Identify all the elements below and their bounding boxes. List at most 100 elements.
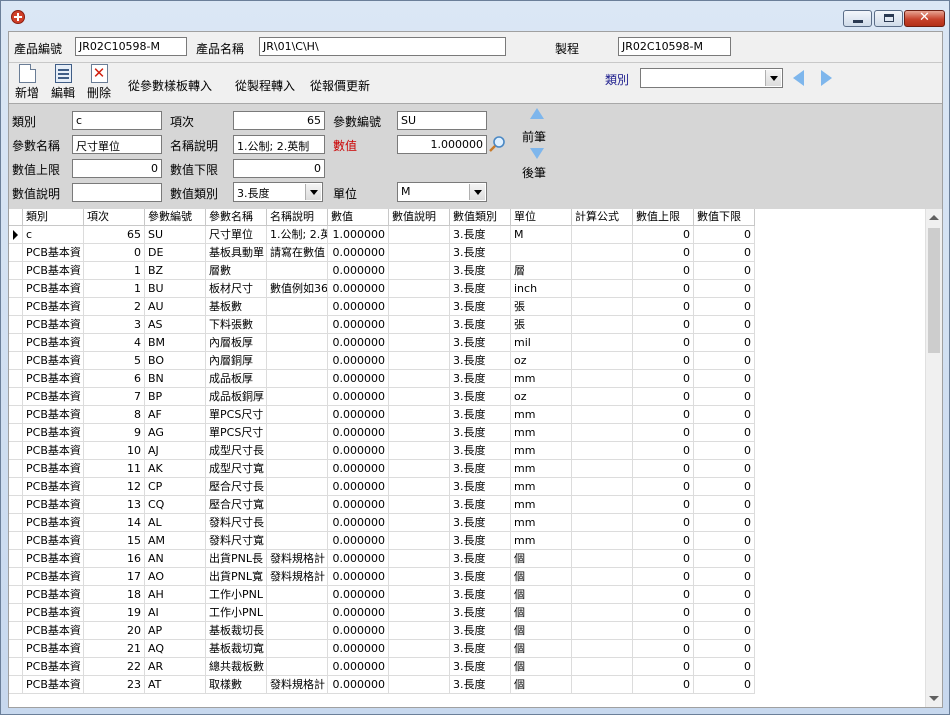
table-row[interactable]: PCB基本資 5 BO 內層銅厚 0.000000 3.長度 oz 0 0: [9, 352, 755, 370]
table-cell[interactable]: PCB基本資: [23, 244, 84, 262]
table-cell[interactable]: [267, 442, 328, 460]
row-selector[interactable]: [9, 424, 23, 442]
table-cell[interactable]: 3.長度: [450, 622, 511, 640]
table-cell[interactable]: 0: [633, 460, 694, 478]
table-cell[interactable]: 4: [84, 334, 145, 352]
table-cell[interactable]: [267, 514, 328, 532]
table-cell[interactable]: mm: [511, 424, 572, 442]
table-cell[interactable]: PCB基本資: [23, 550, 84, 568]
row-selector[interactable]: [9, 514, 23, 532]
table-cell[interactable]: 3.長度: [450, 460, 511, 478]
table-cell[interactable]: [572, 442, 633, 460]
table-cell[interactable]: PCB基本資: [23, 640, 84, 658]
table-cell[interactable]: PCB基本資: [23, 514, 84, 532]
table-cell[interactable]: [572, 586, 633, 604]
table-cell[interactable]: 0.000000: [328, 460, 389, 478]
row-selector[interactable]: [9, 550, 23, 568]
table-cell[interactable]: 3.長度: [450, 388, 511, 406]
row-selector[interactable]: [9, 406, 23, 424]
table-cell[interactable]: 3.長度: [450, 424, 511, 442]
table-cell[interactable]: 發料規格計: [267, 676, 328, 694]
table-cell[interactable]: mm: [511, 460, 572, 478]
table-cell[interactable]: PCB基本資: [23, 478, 84, 496]
table-cell[interactable]: 15: [84, 532, 145, 550]
column-header[interactable]: 數值類別: [450, 209, 511, 226]
next-category-arrow-icon[interactable]: [821, 70, 832, 86]
minimize-button[interactable]: [843, 10, 872, 27]
table-row[interactable]: PCB基本資 11 AK 成型尺寸寬 0.000000 3.長度 mm 0 0: [9, 460, 755, 478]
table-cell[interactable]: 17: [84, 568, 145, 586]
table-cell[interactable]: 3.長度: [450, 262, 511, 280]
table-cell[interactable]: PCB基本資: [23, 442, 84, 460]
table-cell[interactable]: 0: [694, 280, 755, 298]
next-record-button[interactable]: 後筆: [519, 148, 553, 188]
table-cell[interactable]: 0: [694, 424, 755, 442]
table-cell[interactable]: BN: [145, 370, 206, 388]
table-cell[interactable]: 0: [633, 388, 694, 406]
table-cell[interactable]: 3.長度: [450, 496, 511, 514]
table-cell[interactable]: mm: [511, 406, 572, 424]
prev-category-arrow-icon[interactable]: [793, 70, 804, 86]
table-cell[interactable]: [572, 298, 633, 316]
row-selector[interactable]: [9, 388, 23, 406]
table-cell[interactable]: [572, 622, 633, 640]
table-cell[interactable]: 13: [84, 496, 145, 514]
table-cell[interactable]: [572, 244, 633, 262]
table-cell[interactable]: 19: [84, 604, 145, 622]
table-cell[interactable]: [572, 262, 633, 280]
table-cell[interactable]: 3.長度: [450, 640, 511, 658]
lower-limit-field[interactable]: 0: [233, 159, 325, 178]
table-cell[interactable]: 0: [633, 316, 694, 334]
table-cell[interactable]: AG: [145, 424, 206, 442]
table-cell[interactable]: [389, 442, 450, 460]
close-button[interactable]: ✕: [904, 10, 945, 27]
table-cell[interactable]: AM: [145, 532, 206, 550]
table-cell[interactable]: AQ: [145, 640, 206, 658]
table-cell[interactable]: 0: [694, 388, 755, 406]
table-cell[interactable]: 個: [511, 568, 572, 586]
table-cell[interactable]: 3.長度: [450, 604, 511, 622]
product-name-field[interactable]: JR\01\C\H\: [259, 37, 506, 56]
table-cell[interactable]: oz: [511, 388, 572, 406]
table-cell[interactable]: 0: [694, 334, 755, 352]
row-selector[interactable]: [9, 352, 23, 370]
table-cell[interactable]: 0.000000: [328, 568, 389, 586]
table-cell[interactable]: 0: [633, 604, 694, 622]
table-cell[interactable]: 發料規格計: [267, 550, 328, 568]
table-cell[interactable]: 0: [633, 334, 694, 352]
table-cell[interactable]: [267, 406, 328, 424]
table-cell[interactable]: 工作小PNL: [206, 604, 267, 622]
table-cell[interactable]: 0.000000: [328, 424, 389, 442]
table-row[interactable]: c65SU尺寸單位1.公制; 2.英制1.000000 3.長度M 00: [9, 226, 755, 244]
table-cell[interactable]: 0.000000: [328, 658, 389, 676]
table-cell[interactable]: 0.000000: [328, 622, 389, 640]
table-cell[interactable]: 0: [694, 586, 755, 604]
row-selector[interactable]: [9, 442, 23, 460]
table-cell[interactable]: 0: [633, 298, 694, 316]
row-selector[interactable]: [9, 658, 23, 676]
chevron-down-icon[interactable]: [765, 70, 781, 86]
table-cell[interactable]: [267, 658, 328, 676]
table-cell[interactable]: PCB基本資: [23, 352, 84, 370]
table-cell[interactable]: 0: [633, 478, 694, 496]
table-cell[interactable]: 23: [84, 676, 145, 694]
table-cell[interactable]: 0: [633, 550, 694, 568]
delete-button[interactable]: ✕ 刪除: [84, 64, 114, 101]
column-header[interactable]: 類別: [23, 209, 84, 226]
table-cell[interactable]: c: [23, 226, 84, 244]
row-selector[interactable]: [9, 568, 23, 586]
table-cell[interactable]: PCB基本資: [23, 568, 84, 586]
table-cell[interactable]: 0: [694, 352, 755, 370]
new-button[interactable]: 新增: [12, 64, 42, 101]
table-cell[interactable]: 3.長度: [450, 550, 511, 568]
table-cell[interactable]: 壓合尺寸寬: [206, 496, 267, 514]
row-selector[interactable]: [9, 370, 23, 388]
table-cell[interactable]: PCB基本資: [23, 262, 84, 280]
unit-select[interactable]: M: [397, 182, 487, 202]
table-row[interactable]: PCB基本資 8 AF 單PCS尺寸 0.000000 3.長度 mm 0 0: [9, 406, 755, 424]
table-row[interactable]: PCB基本資 6 BN 成品板厚 0.000000 3.長度 mm 0 0: [9, 370, 755, 388]
table-cell[interactable]: [267, 478, 328, 496]
table-cell[interactable]: [572, 676, 633, 694]
table-cell[interactable]: BM: [145, 334, 206, 352]
column-header[interactable]: 項次: [84, 209, 145, 226]
